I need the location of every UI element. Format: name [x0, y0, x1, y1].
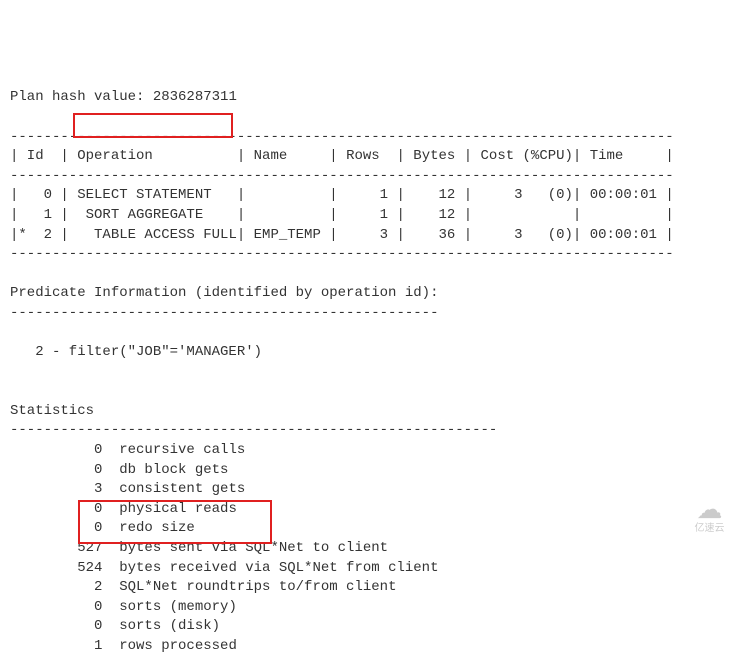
stat9-label: sorts (disk)	[102, 618, 220, 634]
row2-op: TABLE ACCESS FULL|	[69, 227, 245, 243]
stat4-val: 0	[10, 520, 102, 536]
row2-cost: 3 (0)|	[472, 227, 581, 243]
row1-time: |	[581, 207, 673, 223]
plan-hash-value: 2836287311	[153, 89, 237, 105]
stat2-label: consistent gets	[102, 481, 245, 497]
col-id: | Id |	[10, 148, 69, 164]
stat0-val: 0	[10, 442, 102, 458]
col-bytes: Bytes |	[405, 148, 472, 164]
col-cost: Cost (%CPU)|	[472, 148, 581, 164]
plan-divider-top: ----------------------------------------…	[10, 129, 674, 145]
row2-id: |* 2 |	[10, 227, 69, 243]
row0-bytes: 12 |	[405, 187, 472, 203]
predicate-filter: 2 - filter("JOB"='MANAGER')	[10, 344, 262, 360]
watermark-text: 亿速云	[695, 522, 725, 536]
stat8-val: 0	[10, 599, 102, 615]
statistics-header: Statistics	[10, 403, 94, 419]
watermark-logo: ☁ 亿速云	[682, 497, 737, 535]
plan-divider-bottom: ----------------------------------------…	[10, 246, 674, 262]
predicate-header: Predicate Information (identified by ope…	[10, 285, 438, 301]
row2-bytes: 36 |	[405, 227, 472, 243]
cloud-icon: ☁	[697, 496, 723, 522]
plan-divider-mid: ----------------------------------------…	[10, 168, 674, 184]
stat5-label: bytes sent via SQL*Net to client	[102, 540, 388, 556]
row1-cost: |	[472, 207, 581, 223]
stat3-val: 0	[10, 501, 102, 517]
statistics-divider: ----------------------------------------…	[10, 422, 497, 438]
stat6-label: bytes received via SQL*Net from client	[102, 560, 438, 576]
stat0-label: recursive calls	[102, 442, 245, 458]
col-operation: Operation |	[69, 148, 245, 164]
predicate-divider: ----------------------------------------…	[10, 305, 438, 321]
row0-id: | 0 |	[10, 187, 69, 203]
row1-op: SORT AGGREGATE |	[69, 207, 245, 223]
row0-name: |	[245, 187, 337, 203]
row2-time: 00:00:01 |	[581, 227, 673, 243]
row1-name: |	[245, 207, 337, 223]
row0-rows: 1 |	[338, 187, 405, 203]
row0-time: 00:00:01 |	[581, 187, 673, 203]
row2-name: EMP_TEMP |	[245, 227, 337, 243]
stat10-val: 1	[10, 638, 102, 654]
stat1-val: 0	[10, 462, 102, 478]
stat2-val: 3	[10, 481, 102, 497]
stat7-val: 2	[10, 579, 102, 595]
col-name: Name |	[245, 148, 337, 164]
stat1-label: db block gets	[102, 462, 228, 478]
stat8-label: sorts (memory)	[102, 599, 236, 615]
col-time: Time |	[581, 148, 673, 164]
stat9-val: 0	[10, 618, 102, 634]
row0-op: SELECT STATEMENT |	[69, 187, 245, 203]
stat7-label: SQL*Net roundtrips to/from client	[102, 579, 396, 595]
stat5-val: 527	[10, 540, 102, 556]
stat3-label: physical reads	[102, 501, 236, 517]
stat10-label: rows processed	[102, 638, 236, 654]
col-rows: Rows |	[338, 148, 405, 164]
row2-rows: 3 |	[338, 227, 405, 243]
row0-cost: 3 (0)|	[472, 187, 581, 203]
plan-hash-label: Plan hash value:	[10, 89, 153, 105]
stat4-label: redo size	[102, 520, 194, 536]
row1-bytes: 12 |	[405, 207, 472, 223]
row1-id: | 1 |	[10, 207, 69, 223]
stat6-val: 524	[10, 560, 102, 576]
row1-rows: 1 |	[338, 207, 405, 223]
